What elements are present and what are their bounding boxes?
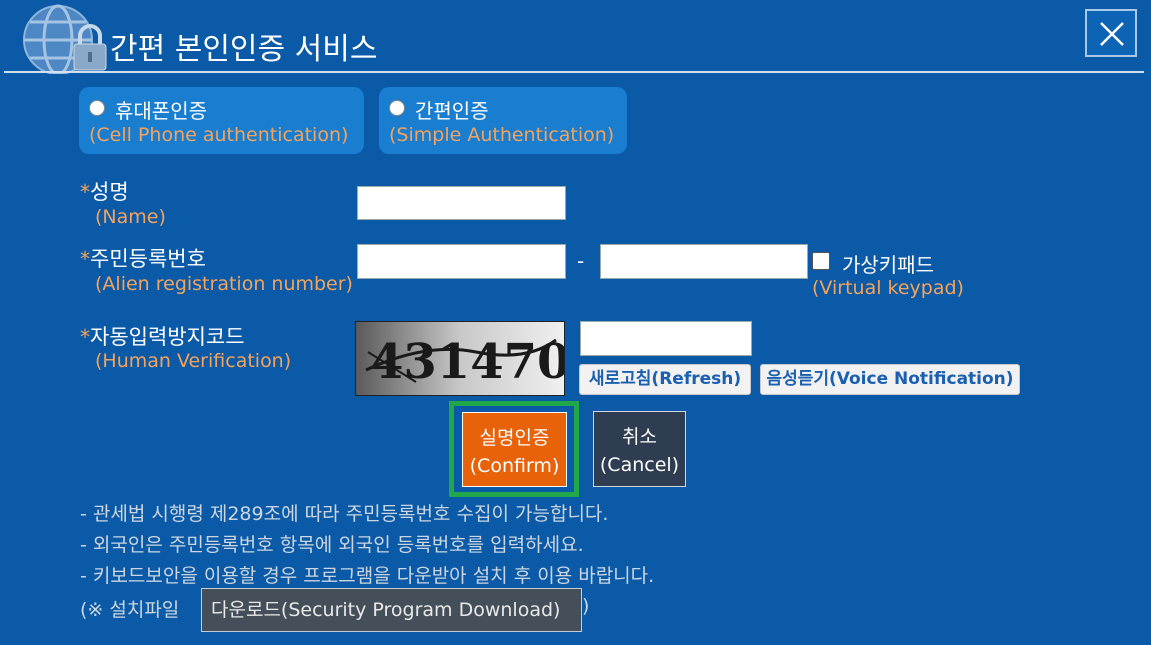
simple-auth-label: 간편인증 <box>415 99 489 123</box>
captcha-text: 431470 <box>370 334 564 390</box>
name-label-group: *성명 <box>80 176 129 206</box>
note-foreigner: - 외국인은 주민등록번호 항목에 외국인 등록번호를 입력하세요. <box>80 534 584 556</box>
captcha-sublabel: (Human Verification) <box>95 350 292 372</box>
note-customs-law: - 관세법 시행령 제289조에 따라 주민등록번호 수집이 가능합니다. <box>80 503 609 525</box>
captcha-input[interactable] <box>580 321 752 356</box>
voice-button[interactable]: 음성듣기(Voice Notification) <box>760 364 1020 395</box>
install-prefix: (※ 설치파일 <box>80 599 180 621</box>
header-divider <box>4 71 1144 73</box>
virtual-keypad-sublabel: (Virtual keypad) <box>812 277 964 299</box>
captcha-label: 자동입력방지코드 <box>90 325 245 349</box>
cellphone-auth-radio[interactable] <box>89 100 105 116</box>
simple-auth-sublabel: (Simple Authentication) <box>389 124 615 146</box>
note-keyboard-security: - 키보드보안을 이용할 경우 프로그램을 다운받아 설치 후 이용 바랍니다. <box>80 565 655 587</box>
required-mark: * <box>80 325 90 349</box>
refresh-button[interactable]: 새로고침(Refresh) <box>579 364 751 395</box>
confirm-label-en: (Confirm) <box>469 455 560 477</box>
rrn-separator: - <box>577 249 585 273</box>
virtual-keypad-label: 가상키패드 <box>842 253 934 277</box>
rrn-label-group: *주민등록번호 <box>80 243 206 273</box>
globe-lock-icon <box>20 4 110 76</box>
virtual-keypad-checkbox[interactable] <box>812 252 830 270</box>
cellphone-auth-option[interactable]: 휴대폰인증 (Cell Phone authentication) <box>79 87 364 154</box>
simple-auth-option[interactable]: 간편인증 (Simple Authentication) <box>379 87 627 154</box>
rrn-sublabel: (Alien registration number) <box>95 273 353 295</box>
captcha-label-group: *자동입력방지코드 <box>80 321 245 351</box>
confirm-label-ko: 실명인증 <box>479 427 550 449</box>
rrn-label: 주민등록번호 <box>90 247 206 271</box>
required-mark: * <box>80 247 90 271</box>
rrn-front-input[interactable] <box>357 244 566 279</box>
required-mark: * <box>80 180 90 204</box>
page-title: 간편 본인인증 서비스 <box>110 32 378 67</box>
captcha-image: 431470 <box>355 321 570 396</box>
confirm-button[interactable]: 실명인증 (Confirm) <box>462 412 567 487</box>
simple-auth-radio[interactable] <box>389 100 405 116</box>
rrn-back-input[interactable] <box>600 244 808 279</box>
close-icon <box>1100 22 1124 46</box>
cellphone-auth-label: 휴대폰인증 <box>115 99 207 123</box>
name-label: 성명 <box>90 180 129 204</box>
cancel-button[interactable]: 취소 (Cancel) <box>593 411 686 487</box>
cancel-label-en: (Cancel) <box>599 454 680 476</box>
name-sublabel: (Name) <box>95 206 166 228</box>
cellphone-auth-sublabel: (Cell Phone authentication) <box>89 124 349 146</box>
cancel-label-ko: 취소 <box>622 426 657 448</box>
close-button[interactable] <box>1085 9 1137 57</box>
name-input[interactable] <box>357 186 566 220</box>
security-download-button[interactable]: 다운로드(Security Program Download) <box>201 588 582 632</box>
install-suffix: ) <box>582 595 590 617</box>
